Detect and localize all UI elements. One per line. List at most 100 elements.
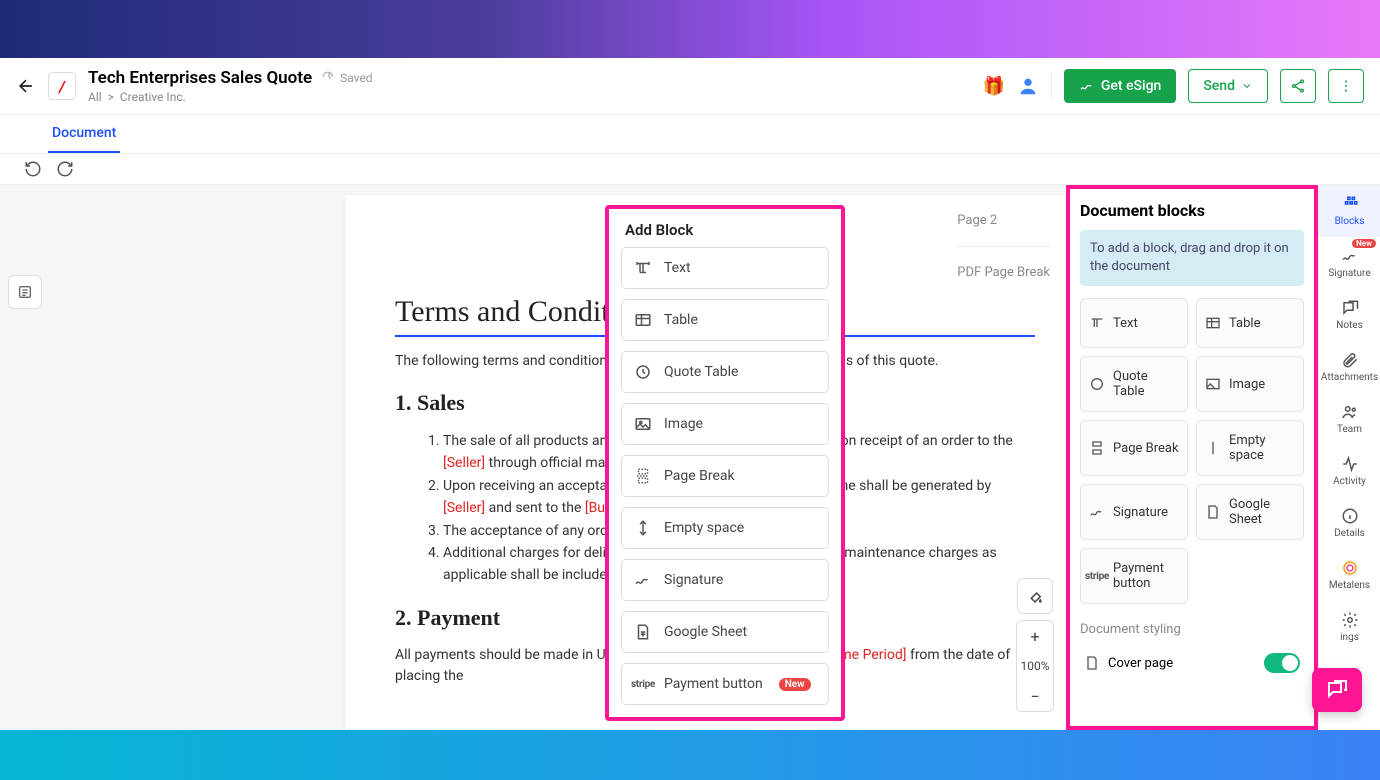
rail-settings[interactable]: ings	[1319, 601, 1380, 653]
block-option-text[interactable]: Text	[621, 247, 829, 289]
divider	[1051, 72, 1052, 100]
top-header: / Tech Enterprises Sales Quote Saved All…	[0, 58, 1380, 115]
quote-table-icon	[634, 363, 652, 381]
bottom-gradient-bar	[0, 730, 1380, 780]
signature-icon	[634, 571, 652, 589]
tabs-row: Document	[0, 115, 1380, 154]
metalens-icon	[1341, 559, 1359, 577]
redo-button[interactable]	[56, 160, 74, 178]
outline-toggle[interactable]	[8, 275, 42, 309]
image-icon	[1205, 376, 1221, 392]
gift-icon[interactable]: 🎁	[983, 75, 1005, 97]
team-icon	[1341, 403, 1359, 421]
back-button[interactable]	[16, 76, 36, 96]
tile-google-sheet[interactable]: Google Sheet	[1196, 484, 1304, 540]
document-logo: /	[48, 72, 76, 100]
rail-attachments[interactable]: Attachments	[1319, 341, 1380, 393]
blocks-icon	[1341, 195, 1359, 213]
tile-page-break[interactable]: Page Break	[1080, 420, 1188, 476]
signature-icon	[1089, 504, 1105, 520]
zoom-controls: + 100% −	[1016, 578, 1054, 712]
send-button[interactable]: Send	[1188, 69, 1268, 103]
block-option-signature[interactable]: Signature	[621, 559, 829, 601]
breadcrumb: All > Creative Inc.	[88, 90, 373, 104]
tile-payment-button[interactable]: stripePayment button	[1080, 548, 1188, 604]
stripe-icon: stripe	[634, 675, 652, 693]
side-rail: Blocks NewSignature Notes Attachments Te…	[1318, 185, 1380, 730]
tile-image[interactable]: Image	[1196, 356, 1304, 412]
block-option-empty-space[interactable]: Empty space	[621, 507, 829, 549]
block-option-payment-button[interactable]: stripePayment buttonNew	[621, 663, 829, 705]
page-break-icon	[634, 467, 652, 485]
tile-signature[interactable]: Signature	[1080, 484, 1188, 540]
cover-page-label: Cover page	[1108, 656, 1173, 671]
styling-section-label: Document styling	[1080, 622, 1304, 637]
empty-space-icon	[1205, 440, 1221, 456]
block-option-table[interactable]: Table	[621, 299, 829, 341]
saved-status: Saved	[322, 71, 372, 85]
rail-activity[interactable]: Activity	[1319, 445, 1380, 497]
toolbar-row	[0, 154, 1380, 185]
zoom-percentage: 100%	[1017, 651, 1053, 681]
add-block-popover: Add Block Text Table Quote Table Image P…	[605, 205, 845, 721]
block-option-image[interactable]: Image	[621, 403, 829, 445]
user-icon[interactable]	[1017, 75, 1039, 97]
rail-team[interactable]: Team	[1319, 393, 1380, 445]
breadcrumb-current[interactable]: Creative Inc.	[120, 90, 186, 104]
image-icon	[634, 415, 652, 433]
zoom-out-button[interactable]: −	[1017, 681, 1053, 711]
document-blocks-panel: Document blocks To add a block, drag and…	[1066, 185, 1318, 730]
block-option-page-break[interactable]: Page Break	[621, 455, 829, 497]
placeholder-seller[interactable]: [Seller]	[443, 500, 485, 516]
panel-title: Document blocks	[1080, 201, 1304, 220]
placeholder-seller[interactable]: [Seller]	[443, 455, 485, 471]
table-icon	[634, 311, 652, 329]
page-break-icon	[1089, 440, 1105, 456]
tile-table[interactable]: Table	[1196, 298, 1304, 348]
settings-icon	[1341, 611, 1359, 629]
google-sheet-icon	[1205, 504, 1221, 520]
pdf-break-label: PDF Page Break	[957, 265, 1050, 280]
chat-fab[interactable]	[1312, 668, 1362, 712]
empty-space-icon	[634, 519, 652, 537]
undo-button[interactable]	[24, 160, 42, 178]
details-icon	[1341, 507, 1359, 525]
cover-page-toggle[interactable]	[1264, 653, 1300, 673]
tile-quote-table[interactable]: Quote Table	[1080, 356, 1188, 412]
get-esign-button[interactable]: Get eSign	[1064, 69, 1176, 103]
tab-document[interactable]: Document	[48, 115, 120, 153]
tile-empty-space[interactable]: Empty space	[1196, 420, 1304, 476]
panel-hint: To add a block, drag and drop it on the …	[1080, 230, 1304, 286]
rail-blocks[interactable]: Blocks	[1319, 185, 1380, 237]
rail-metalens[interactable]: Metalens	[1319, 549, 1380, 601]
block-option-quote-table[interactable]: Quote Table	[621, 351, 829, 393]
google-sheet-icon	[634, 623, 652, 641]
page-thumbnails: Page 2 PDF Page Break	[957, 213, 1050, 280]
breadcrumb-all[interactable]: All	[88, 90, 102, 104]
activity-icon	[1341, 455, 1359, 473]
notes-icon	[1341, 299, 1359, 317]
cover-page-icon	[1084, 655, 1100, 671]
rail-signature[interactable]: NewSignature	[1319, 237, 1380, 289]
page-thumb[interactable]: Page 2	[957, 213, 1050, 247]
text-icon	[634, 259, 652, 277]
text-icon	[1089, 315, 1105, 331]
signature-icon	[1341, 247, 1359, 265]
rail-notes[interactable]: Notes	[1319, 289, 1380, 341]
stripe-icon: stripe	[1089, 568, 1105, 584]
document-title: Tech Enterprises Sales Quote	[88, 68, 312, 88]
paint-bucket-button[interactable]	[1017, 578, 1053, 614]
rail-details[interactable]: Details	[1319, 497, 1380, 549]
cover-page-row: Cover page	[1080, 645, 1304, 681]
quote-table-icon	[1089, 376, 1105, 392]
zoom-in-button[interactable]: +	[1017, 621, 1053, 651]
more-button[interactable]	[1328, 69, 1364, 103]
block-option-google-sheet[interactable]: Google Sheet	[621, 611, 829, 653]
tile-text[interactable]: Text	[1080, 298, 1188, 348]
share-button[interactable]	[1280, 69, 1316, 103]
new-badge: New	[1352, 239, 1376, 248]
new-badge: New	[779, 678, 811, 691]
popover-title: Add Block	[621, 221, 829, 239]
table-icon	[1205, 315, 1221, 331]
attachments-icon	[1341, 351, 1359, 369]
